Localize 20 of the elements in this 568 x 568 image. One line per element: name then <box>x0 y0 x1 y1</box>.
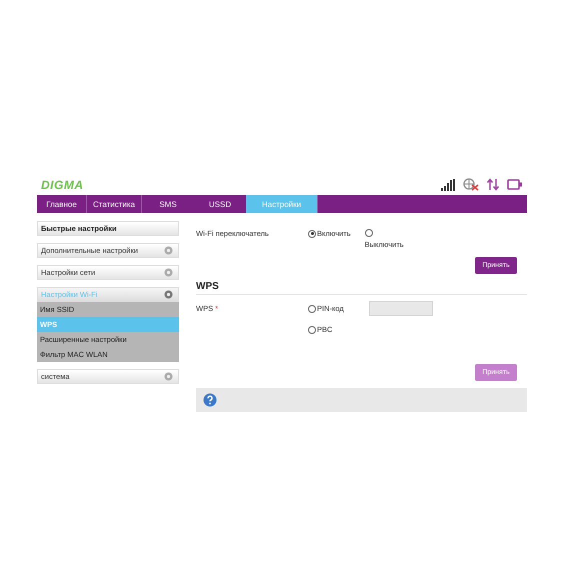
radio-button[interactable] <box>364 229 373 237</box>
nav-tab[interactable]: USSD <box>194 195 246 213</box>
toggle-icon <box>164 246 173 255</box>
radio-button[interactable] <box>308 230 316 238</box>
signal-icon <box>441 178 455 190</box>
radio-button[interactable] <box>308 304 316 312</box>
pin-field[interactable] <box>368 301 433 316</box>
nav-tab[interactable]: Статистика <box>87 195 142 213</box>
nav-tab[interactable]: Главное <box>37 195 87 213</box>
section-title: WPS <box>196 281 527 295</box>
battery-icon <box>507 179 523 190</box>
globe-icon <box>463 178 479 191</box>
transfer-icon <box>487 178 499 191</box>
logo: DIGMA <box>41 178 84 192</box>
radio-button[interactable] <box>308 326 316 334</box>
nav-tab[interactable]: SMS <box>142 195 194 213</box>
toggle-icon <box>164 268 173 277</box>
toggle-icon <box>164 290 173 299</box>
toggle-icon <box>164 372 173 381</box>
help-icon <box>203 393 217 407</box>
